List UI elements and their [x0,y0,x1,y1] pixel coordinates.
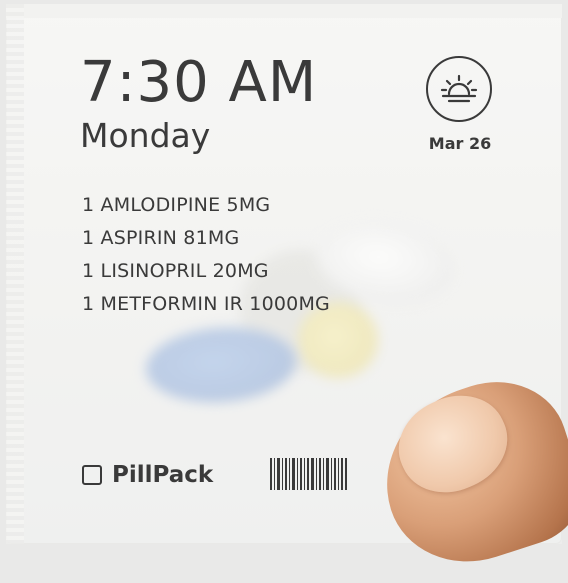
medication-item: 1 ASPIRIN 81MG [82,227,240,249]
medication-item: 1 AMLODIPINE 5MG [82,194,271,216]
dose-time: 7:30 AM [80,50,318,115]
barcode-icon [270,458,347,490]
square-outline-icon [82,465,102,485]
brand-logo: PillPack [82,460,213,490]
medication-item: 1 LISINOPRIL 20MG [82,260,269,282]
dose-date: Mar 26 [428,134,492,153]
dose-day: Monday [80,116,211,155]
medication-item: 1 METFORMIN IR 1000MG [82,293,330,315]
sunrise-icon [426,56,492,122]
medication-list: 1 AMLODIPINE 5MG 1 ASPIRIN 81MG 1 LISINO… [82,194,330,326]
brand-name: PillPack [112,462,214,488]
